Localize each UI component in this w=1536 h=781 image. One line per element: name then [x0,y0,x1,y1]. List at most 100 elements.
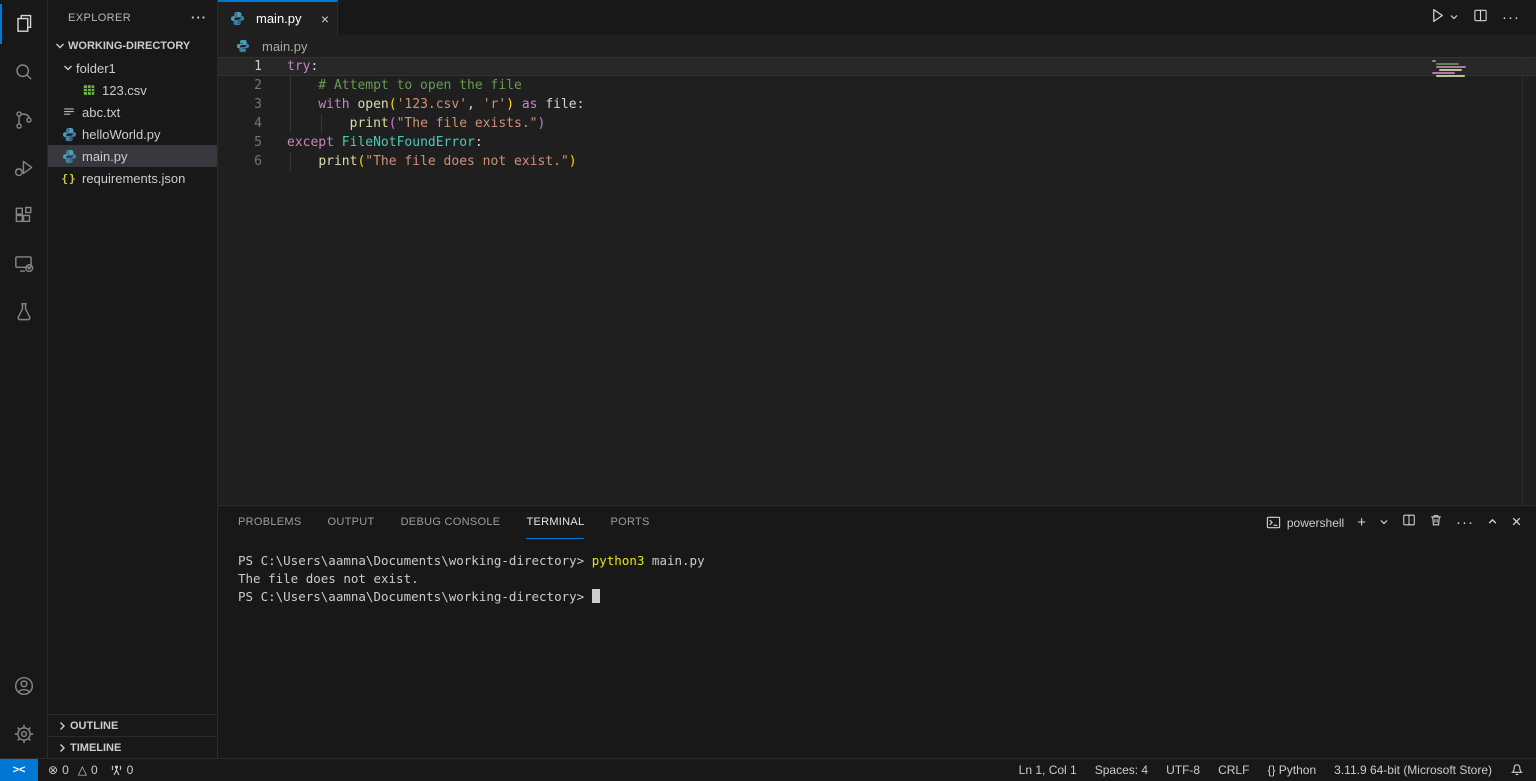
panel-tab-ports[interactable]: PORTS [610,506,649,539]
tab-bar: main.py × ··· [218,0,1536,35]
panel-more-actions-icon[interactable]: ··· [1456,515,1474,530]
minimap[interactable] [1432,60,1466,78]
tree-item-folder1[interactable]: folder1 [48,57,217,79]
bottom-panel: PROBLEMS OUTPUT DEBUG CONSOLE TERMINAL PORTS… [218,505,1536,758]
python-file-icon [234,39,252,53]
panel-tab-problems[interactable]: PROBLEMS [238,506,302,539]
panel-tab-output[interactable]: OUTPUT [328,506,375,539]
testing-icon[interactable] [0,288,47,336]
minimap-line [1436,75,1466,77]
code-line-6[interactable]: 6 print("The file does not exist.") [218,152,1536,171]
section-label: TIMELINE [70,742,121,754]
accounts-icon[interactable] [0,662,47,710]
status-item-ln-1-col-1[interactable]: Ln 1, Col 1 [1019,763,1077,777]
radio-tower-icon [110,764,123,777]
error-count: 0 [62,763,69,777]
split-editor-icon[interactable] [1473,8,1488,28]
json-file-icon: {} [60,172,78,185]
status-item-crlf[interactable]: CRLF [1218,763,1249,777]
file-label: 123.csv [102,83,147,98]
explorer-more-actions-icon[interactable]: ··· [191,10,207,25]
minimap-line [1436,66,1467,68]
terminal-output[interactable]: PS C:\Users\aamna\Documents\working-dire… [218,539,1536,758]
status-left: ⊗ 0 △ 0 0 [48,763,133,777]
terminal-shell-item[interactable]: powershell [1266,515,1344,530]
tree-item-abc-txt[interactable]: abc.txt [48,101,217,123]
maximize-panel-chevron-up-icon[interactable] [1487,514,1498,532]
panel-tab-debug-console[interactable]: DEBUG CONSOLE [401,506,501,539]
code-line-1[interactable]: 1 try: [218,57,1536,76]
explorer-icon[interactable] [0,0,47,48]
code-line-3[interactable]: 3 with open('123.csv', 'r') as file: [218,95,1536,114]
line-number[interactable]: 4 [218,114,262,133]
section-outline[interactable]: OUTLINE [48,714,217,736]
section-timeline[interactable]: TIMELINE [48,736,217,758]
remote-indicator[interactable]: >< [0,759,38,781]
code-line-4[interactable]: 4 print("The file exists.") [218,114,1536,133]
indent-guide [290,152,291,171]
code-editor[interactable]: 1 try:2 # Attempt to open the file3 with … [218,57,1536,505]
csv-file-icon [80,83,98,97]
search-icon[interactable] [0,48,47,96]
code-text: try: [287,57,318,76]
tree-item-123-csv[interactable]: 123.csv [48,79,217,101]
ports-indicator[interactable]: 0 [110,763,134,777]
terminal-line-3: PS C:\Users\aamna\Documents\working-dire… [238,588,1536,606]
run-dropdown-chevron-icon[interactable] [1449,9,1459,27]
tab-main-py[interactable]: main.py × [218,0,338,35]
shell-label: powershell [1287,516,1344,530]
status-right: Ln 1, Col 1 Spaces: 4 UTF-8 CRLF {} Python 3.… [1019,763,1536,777]
code-line-5[interactable]: 5except FileNotFoundError: [218,133,1536,152]
status-item-utf-8[interactable]: UTF-8 [1166,763,1200,777]
activity-bar [0,0,48,758]
more-actions-icon[interactable]: ··· [1502,10,1520,25]
tree-item-main-py[interactable]: main.py [48,145,217,167]
line-number[interactable]: 6 [218,152,262,171]
explorer-sidebar: EXPLORER ··· WORKING-DIRECTORY folder1 12… [48,0,218,758]
remote-explorer-icon[interactable] [0,240,47,288]
panel-tab-terminal[interactable]: TERMINAL [526,506,584,539]
file-label: main.py [82,149,128,164]
kill-terminal-trash-icon[interactable] [1429,513,1443,532]
python-file-icon [60,149,78,164]
split-terminal-icon[interactable] [1402,513,1416,532]
new-terminal-icon[interactable]: + [1357,515,1366,530]
extensions-icon[interactable] [0,192,47,240]
line-number[interactable]: 1 [218,57,262,76]
vscode-window: EXPLORER ··· WORKING-DIRECTORY folder1 12… [0,0,1536,781]
line-number[interactable]: 3 [218,95,262,114]
source-control-icon[interactable] [0,96,47,144]
minimap-line [1432,60,1436,62]
file-label: folder1 [76,61,116,76]
terminal-icon [1266,515,1281,530]
txt-file-icon [60,105,78,119]
minimap-line [1439,69,1462,71]
indent-guide [290,76,291,133]
status-item-python[interactable]: {} Python [1267,763,1316,777]
panel-tabs: PROBLEMS OUTPUT DEBUG CONSOLE TERMINAL PORTS [238,506,650,539]
breadcrumb[interactable]: main.py [218,35,1536,57]
close-panel-icon[interactable] [1511,514,1522,532]
tree-root-working-directory[interactable]: WORKING-DIRECTORY [48,35,217,57]
line-number[interactable]: 5 [218,133,262,152]
file-tree: WORKING-DIRECTORY folder1 123.csv abc.txt h… [48,35,217,714]
terminal-line-1: PS C:\Users\aamna\Documents\working-dire… [238,552,1536,570]
terminal-cursor [592,589,600,603]
notifications-bell-icon[interactable] [1510,763,1524,777]
terminal-dropdown-chevron-icon[interactable] [1379,514,1389,532]
file-label: helloWorld.py [82,127,161,142]
run-button[interactable] [1429,7,1446,29]
status-item-3-11-9-64-bit-microsoft-store[interactable]: 3.11.9 64-bit (Microsoft Store) [1334,763,1492,777]
settings-gear-icon[interactable] [0,710,47,758]
tree-item-helloworld-py[interactable]: helloWorld.py [48,123,217,145]
problems-indicator[interactable]: ⊗ 0 △ 0 [48,763,98,777]
status-item-spaces-4[interactable]: Spaces: 4 [1095,763,1148,777]
run-and-debug-icon[interactable] [0,144,47,192]
tree-item-requirements-json[interactable]: {}requirements.json [48,167,217,189]
close-icon[interactable]: × [321,12,329,26]
breadcrumb-file[interactable]: main.py [262,39,308,54]
line-number[interactable]: 2 [218,76,262,95]
code-text: print("The file exists.") [287,114,545,133]
sidebar-title: EXPLORER [68,12,191,24]
code-line-2[interactable]: 2 # Attempt to open the file [218,76,1536,95]
